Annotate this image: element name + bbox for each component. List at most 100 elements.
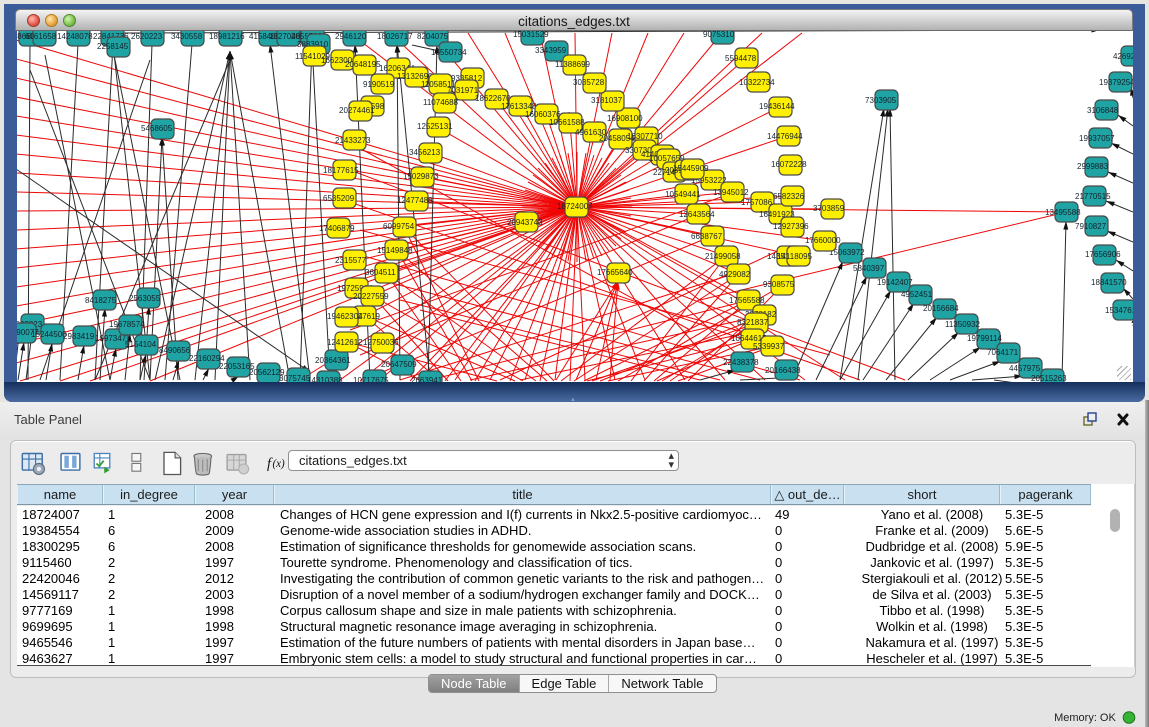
svg-text:10717675: 10717675 <box>353 376 389 382</box>
svg-text:11074688: 11074688 <box>423 98 459 107</box>
svg-text:2258145: 2258145 <box>97 42 129 51</box>
svg-text:2620223: 2620223 <box>131 32 163 41</box>
svg-text:5339937: 5339937 <box>753 342 785 351</box>
svg-text:7064171: 7064171 <box>987 348 1019 357</box>
svg-text:3106848: 3106848 <box>1087 106 1119 115</box>
svg-text:10549441: 10549441 <box>665 190 701 199</box>
svg-text:3604511: 3604511 <box>365 268 396 277</box>
svg-text:2999883: 2999883 <box>1077 162 1109 171</box>
svg-text:19799114: 19799114 <box>967 334 1003 343</box>
svg-text:20943743: 20943743 <box>507 218 543 227</box>
svg-text:3181037: 3181037 <box>591 96 623 105</box>
svg-text:5468605: 5468605 <box>141 124 173 133</box>
svg-text:3703859: 3703859 <box>813 204 845 213</box>
svg-text:18177615: 18177615 <box>323 166 359 175</box>
svg-text:14310388: 14310388 <box>307 376 343 382</box>
svg-text:18026717: 18026717 <box>377 32 413 41</box>
svg-text:19462304: 19462304 <box>327 312 363 321</box>
svg-text:16072228: 16072228 <box>771 160 807 169</box>
svg-text:12643564: 12643564 <box>679 210 715 219</box>
svg-text:12525131: 12525131 <box>417 122 453 131</box>
svg-text:6061658: 6061658 <box>25 32 57 41</box>
svg-text:14248078: 14248078 <box>57 32 93 41</box>
svg-text:4269227: 4269227 <box>1113 52 1133 61</box>
svg-text:20274461: 20274461 <box>339 106 375 115</box>
svg-text:15031529: 15031529 <box>513 31 549 39</box>
svg-text:20648195: 20648195 <box>345 60 381 69</box>
svg-text:2663941: 2663941 <box>411 376 443 382</box>
svg-text:15550734: 15550734 <box>431 48 467 57</box>
svg-text:19937057: 19937057 <box>1079 134 1115 143</box>
svg-text:3035728: 3035728 <box>573 78 605 87</box>
svg-text:6535209: 6535209 <box>323 194 355 203</box>
svg-text:10661588: 10661588 <box>549 118 585 127</box>
svg-text:8418275: 8418275 <box>85 296 117 305</box>
svg-text:12750036: 12750036 <box>363 338 399 347</box>
svg-text:17665640: 17665640 <box>597 268 633 277</box>
svg-text:20227559: 20227559 <box>353 292 389 301</box>
svg-text:15029873: 15029873 <box>403 172 439 181</box>
svg-text:21770515: 21770515 <box>1075 192 1111 201</box>
svg-text:3343959: 3343959 <box>535 46 567 55</box>
svg-text:3075745: 3075745 <box>279 374 311 382</box>
svg-text:5594478: 5594478 <box>725 54 757 63</box>
svg-text:20364361: 20364361 <box>315 356 351 365</box>
svg-text:19678574: 19678574 <box>109 320 145 329</box>
svg-text:6099754: 6099754 <box>383 222 415 231</box>
svg-text:3456213: 3456213 <box>409 148 441 157</box>
svg-text:15149848: 15149848 <box>377 246 413 255</box>
svg-text:(x): (x) <box>272 458 285 470</box>
svg-text:12412612: 12412612 <box>327 338 363 347</box>
svg-text:2946120: 2946120 <box>335 32 367 41</box>
svg-text:19379254: 19379254 <box>1099 78 1133 87</box>
svg-text:7910827: 7910827 <box>1075 222 1107 231</box>
svg-text:15445909: 15445909 <box>673 164 709 173</box>
svg-text:18841570: 18841570 <box>1091 278 1127 287</box>
svg-text:19436144: 19436144 <box>759 102 795 111</box>
svg-text:12477488: 12477488 <box>397 196 433 205</box>
svg-text:4457975: 4457975 <box>1009 364 1041 373</box>
svg-text:9190519: 9190519 <box>363 80 395 89</box>
svg-text:20156684: 20156684 <box>923 304 959 313</box>
svg-text:6638767: 6638767 <box>691 232 723 241</box>
svg-text:8490656: 8490656 <box>159 346 191 355</box>
svg-text:3430558: 3430558 <box>171 32 203 41</box>
svg-text:4929082: 4929082 <box>719 270 751 279</box>
svg-text:21499058: 21499058 <box>705 252 741 261</box>
svg-text:15347616: 15347616 <box>1105 306 1133 315</box>
svg-text:9075310: 9075310 <box>703 31 735 39</box>
svg-text:21433273: 21433273 <box>335 136 371 145</box>
svg-text:18724007: 18724007 <box>557 202 593 211</box>
svg-text:15244500: 15244500 <box>31 330 67 339</box>
svg-text:5154104: 5154104 <box>125 340 157 349</box>
svg-text:11350932: 11350932 <box>945 320 981 329</box>
svg-text:20647509: 20647509 <box>381 360 417 369</box>
svg-text:17656906: 17656906 <box>1085 250 1121 259</box>
svg-text:14118095: 14118095 <box>777 252 813 261</box>
svg-text:8204075: 8204075 <box>417 32 449 41</box>
svg-text:5840397: 5840397 <box>853 264 885 273</box>
svg-text:1757086: 1757086 <box>741 198 773 207</box>
svg-text:20515263: 20515263 <box>1031 374 1067 382</box>
svg-text:6582326: 6582326 <box>773 192 805 201</box>
svg-text:17565588: 17565588 <box>729 296 765 305</box>
svg-text:16908100: 16908100 <box>607 114 643 123</box>
svg-text:20166438: 20166438 <box>765 366 801 375</box>
svg-text:8321837: 8321837 <box>737 318 769 327</box>
svg-text:2563055: 2563055 <box>129 294 161 303</box>
svg-text:13495588: 13495588 <box>1045 208 1081 217</box>
svg-text:19142407: 19142407 <box>877 278 913 287</box>
svg-text:12927396: 12927396 <box>773 222 809 231</box>
svg-text:2983419: 2983419 <box>63 332 95 341</box>
svg-text:14476944: 14476944 <box>767 132 803 141</box>
svg-text:13945012: 13945012 <box>713 188 749 197</box>
svg-text:10322734: 10322734 <box>739 78 775 87</box>
svg-text:17406879: 17406879 <box>319 224 355 233</box>
svg-text:2315577: 2315577 <box>335 256 367 265</box>
svg-text:22438378: 22438378 <box>723 358 759 367</box>
svg-text:11388699: 11388699 <box>555 60 591 69</box>
svg-text:4952451: 4952451 <box>901 290 933 299</box>
svg-text:7303905: 7303905 <box>865 96 897 105</box>
svg-text:9308575: 9308575 <box>763 280 795 289</box>
svg-text:18981216: 18981216 <box>209 32 245 41</box>
